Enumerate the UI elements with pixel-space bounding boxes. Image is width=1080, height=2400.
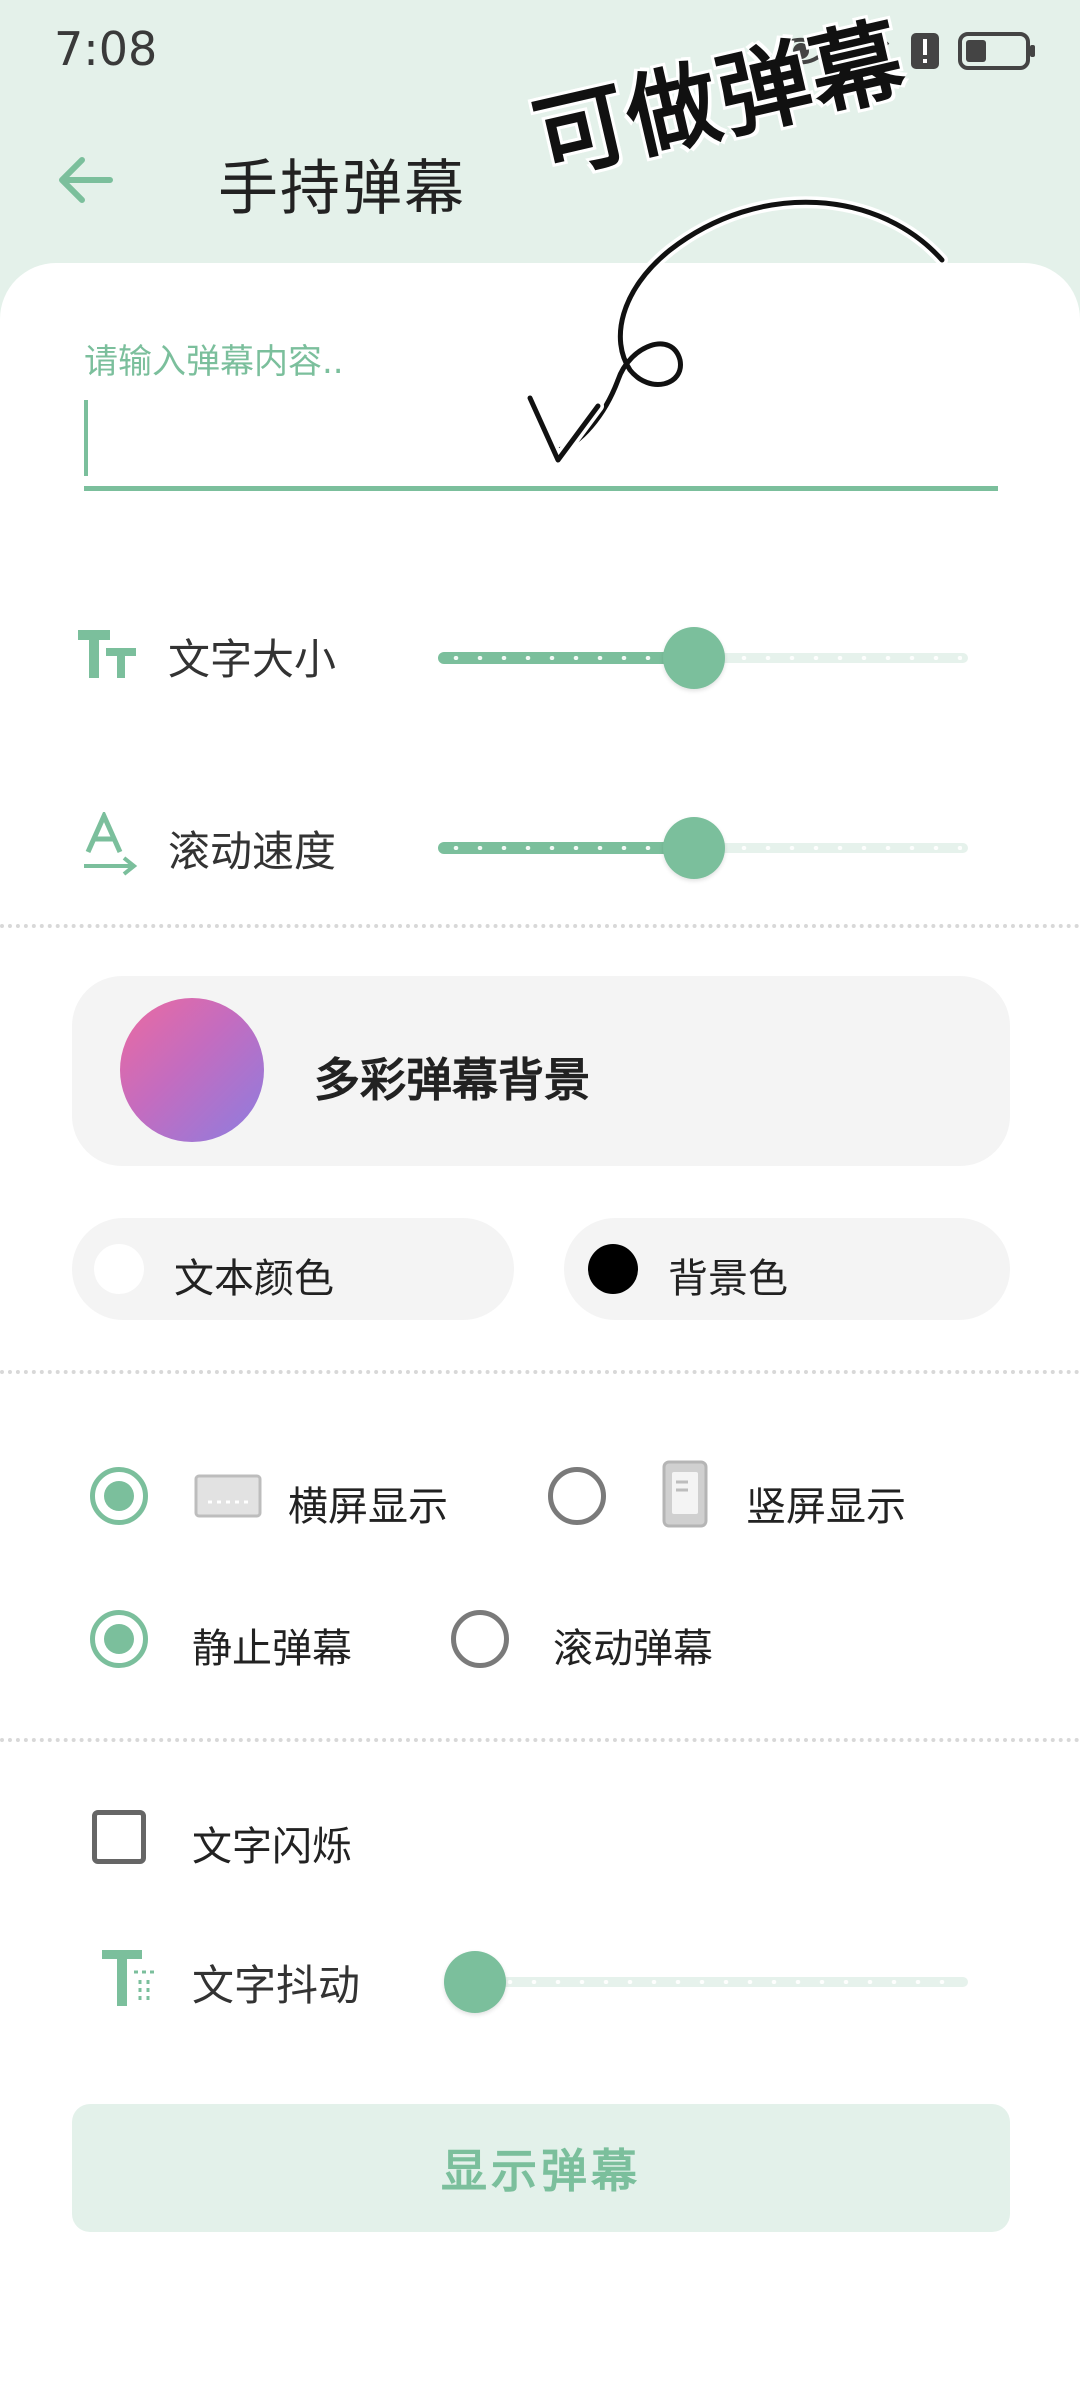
font-size-slider[interactable] (438, 627, 968, 689)
scroll-speed-slider-thumb[interactable] (662, 817, 725, 879)
blink-checkbox[interactable] (92, 1810, 146, 1864)
static-label: 静止弹幕 (192, 1626, 352, 1672)
text-size-icon (78, 630, 136, 678)
battery-icon (958, 32, 1035, 70)
divider (0, 1370, 1080, 1374)
divider (0, 1738, 1080, 1742)
landscape-icon (194, 1474, 262, 1518)
show-danmaku-button[interactable]: 显示弹幕 (72, 2104, 1010, 2232)
text-shake-slider[interactable] (444, 1951, 968, 2013)
blink-label: 文字闪烁 (192, 1824, 352, 1870)
font-size-slider-thumb[interactable] (662, 627, 725, 689)
portrait-label: 竖屏显示 (746, 1484, 906, 1530)
landscape-label: 横屏显示 (288, 1484, 448, 1530)
text-color-label: 文本颜色 (174, 1256, 334, 1302)
settings-card (0, 263, 1080, 2400)
text-shake-icon (102, 1950, 154, 2006)
input-label: 请输入弹幕内容.. (84, 342, 344, 382)
gradient-swatch (120, 998, 264, 1142)
text-color-swatch (94, 1244, 144, 1294)
scroll-speed-label: 滚动速度 (168, 827, 337, 876)
background-color-label: 背景色 (668, 1256, 788, 1302)
text-shake-slider-thumb[interactable] (444, 1951, 506, 2013)
static-radio[interactable] (90, 1610, 148, 1668)
font-size-label: 文字大小 (168, 635, 337, 684)
scroll-speed-slider[interactable] (438, 817, 968, 879)
landscape-radio[interactable] (90, 1467, 148, 1525)
alert-icon (911, 33, 939, 69)
scroll-speed-icon (84, 812, 138, 876)
scrolling-radio[interactable] (451, 1610, 509, 1668)
text-cursor (84, 400, 88, 476)
text-shake-label: 文字抖动 (192, 1961, 361, 2010)
back-arrow-icon[interactable] (52, 148, 116, 212)
portrait-icon (662, 1460, 708, 1528)
colorful-background-label: 多彩弹幕背景 (314, 1053, 590, 1107)
status-time: 7:08 (54, 22, 158, 76)
divider (0, 924, 1080, 928)
background-color-swatch (588, 1244, 638, 1294)
page-title: 手持弹幕 (218, 154, 466, 224)
scrolling-label: 滚动弹幕 (553, 1626, 713, 1672)
curved-arrow-icon (524, 196, 948, 466)
portrait-radio[interactable] (548, 1467, 606, 1525)
